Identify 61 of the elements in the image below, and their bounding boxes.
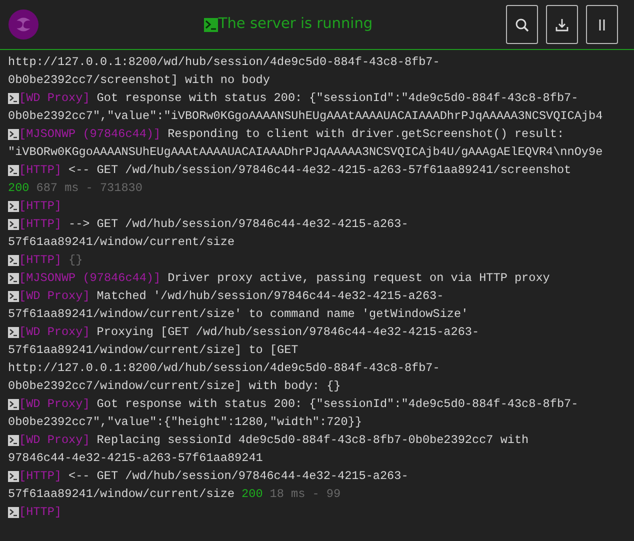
log-text: 57f61aa89241/window/current/size [8,234,235,251]
log-timing: {} [68,252,83,269]
server-status-text: The server is running [218,14,373,34]
log-text: 0b0be2392cc7","value":"iVBORw0KGgoAAAANSUhEUgAAAtAAAAUACAIAAADhrPJqAAAAA3NCSVQICAjb4 [8,108,603,125]
status-code: 200 [242,486,263,503]
log-text: 0b0be2392cc7/screenshot] with no body [8,72,270,89]
terminal-icon [8,218,19,230]
log-source: [WD Proxy] [19,324,90,341]
download-button[interactable] [546,5,578,44]
log-source: [WD Proxy] [19,396,90,413]
search-icon [514,16,530,32]
log-text: 57f61aa89241/window/current/size' to command name 'getWindowSize' [8,306,468,323]
log-source: [WD Proxy] [19,432,90,449]
log-text: Got response with status 200: {"sessionId":"4de9c5d0-884f-43c8-8fb7- [96,90,578,107]
download-icon [554,16,570,32]
terminal-icon [8,326,19,338]
log-text: --> GET /wd/hub/session/97846c44-4e32-4215-a263- [68,216,408,233]
log-text: Proxying [GET /wd/hub/session/97846c44-4e32-4215-a263- [96,324,480,341]
log-timing: 687 ms - 731830 [36,180,142,197]
terminal-icon [8,272,19,284]
log-text: http://127.0.0.1:8200/wd/hub/session/4de9c5d0-884f-43c8-8fb7- [8,54,440,71]
log-source: [WD Proxy] [19,90,90,107]
log-text: 57f61aa89241/window/current/size [8,486,235,503]
log-text: <-- GET /wd/hub/session/97846c44-4e32-4215-a263-57f61aa89241/screenshot [68,162,572,179]
search-button[interactable] [506,5,538,44]
terminal-icon [8,470,19,482]
log-source: [MJSONWP (97846c44)] [19,126,161,143]
log-text: Replacing sessionId 4de9c5d0-884f-43c8-8fb7-0b0be2392cc7 with [96,432,529,449]
log-text: 0b0be2392cc7","value":{"height":1280,"width":720}} [8,414,362,431]
log-text: http://127.0.0.1:8200/wd/hub/session/4de9c5d0-884f-43c8-8fb7- [8,360,440,377]
log-source: [HTTP] [19,216,62,233]
terminal-icon [8,398,19,410]
terminal-icon [8,92,19,104]
log-text: "iVBORw0KGgoAAAANSUhEUgAAAtAAAAUACAIAAADhrPJqAAAAA3NCSVQICAjb4U/gAAAgAElEQVR4\nnOy9e [8,144,603,161]
log-source: [HTTP] [19,252,62,269]
terminal-icon [8,506,19,518]
log-text: 0b0be2392cc7/window/current/size] with body: {} [8,378,341,395]
log-source: [HTTP] [19,504,62,521]
log-text: Responding to client with driver.getScreenshot() result: [168,126,564,143]
log-text: Driver proxy active, passing request on via HTTP proxy [168,270,550,287]
terminal-icon [8,164,19,176]
terminal-icon [8,254,19,266]
status-code: 200 [8,180,30,197]
log-timing: 18 ms - 99 [270,486,341,503]
logo-icon [8,9,39,40]
terminal-icon [8,434,19,446]
terminal-icon [204,18,218,32]
log-source: [HTTP] [19,198,62,215]
log-source: [WD Proxy] [19,288,90,305]
log-text: 97846c44-4e32-4215-a263-57f61aa89241 [8,450,263,467]
log-text: <-- GET /wd/hub/session/97846c44-4e32-4215-a263- [68,468,408,485]
terminal-icon [8,128,19,140]
log-source: [HTTP] [19,162,62,179]
terminal-icon [8,200,19,212]
log-source: [MJSONWP (97846c44)] [19,270,161,287]
log-text: 57f61aa89241/window/current/size] to [GET [8,342,298,359]
log-source: [HTTP] [19,468,62,485]
terminal-icon [8,290,19,302]
log-text: Got response with status 200: {"sessionId":"4de9c5d0-884f-43c8-8fb7- [96,396,578,413]
pause-button[interactable] [586,5,618,44]
log-text: Matched '/wd/hub/session/97846c44-4e32-4215-a263- [96,288,444,305]
